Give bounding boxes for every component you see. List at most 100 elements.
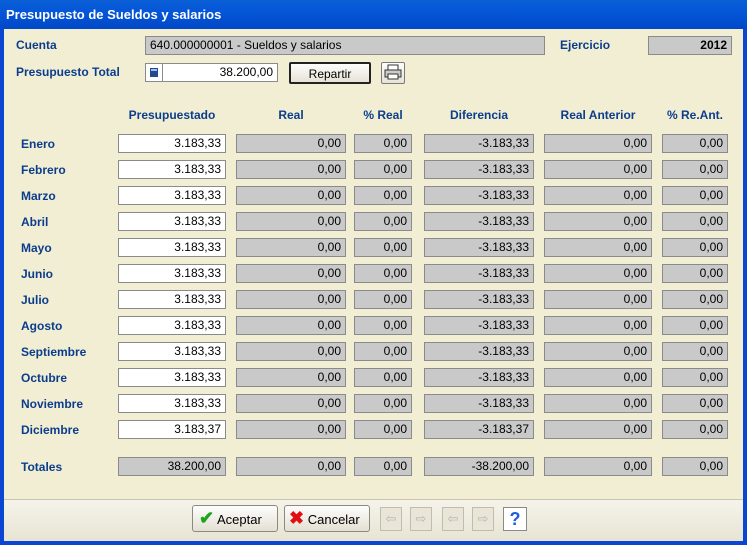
- pct-real-field: 0,00: [354, 290, 412, 309]
- month-label: Abril: [21, 215, 49, 229]
- real-anterior-field: 0,00: [544, 264, 652, 283]
- month-label: Julio: [21, 293, 50, 307]
- col-pct-re-ant: % Re.Ant.: [666, 108, 723, 122]
- month-label: Octubre: [21, 371, 68, 385]
- pct-real-field: 0,00: [354, 342, 412, 361]
- total-pct-real: 0,00: [354, 457, 412, 476]
- real-anterior-field: 0,00: [544, 342, 652, 361]
- month-label: Febrero: [21, 163, 66, 177]
- diferencia-field: -3.183,37: [424, 420, 534, 439]
- presupuestado-input[interactable]: 3.183,33: [118, 186, 226, 205]
- pct-real-field: 0,00: [354, 160, 412, 179]
- pct-re-ant-field: 0,00: [662, 134, 728, 153]
- month-label: Junio: [21, 267, 53, 281]
- presupuesto-total-input[interactable]: 38.200,00: [162, 63, 278, 82]
- month-label: Agosto: [21, 319, 63, 333]
- diferencia-field: -3.183,33: [424, 316, 534, 335]
- presupuesto-total-label: Presupuesto Total: [16, 65, 120, 79]
- check-icon: ✔: [199, 508, 215, 528]
- arrow-right-icon: ⇨: [415, 511, 427, 526]
- pct-re-ant-field: 0,00: [662, 368, 728, 387]
- diferencia-field: -3.183,33: [424, 264, 534, 283]
- diferencia-field: -3.183,33: [424, 394, 534, 413]
- close-icon: ✖: [289, 508, 305, 528]
- real-field: 0,00: [236, 134, 346, 153]
- presupuestado-input[interactable]: 3.183,33: [118, 212, 226, 231]
- first-record-button[interactable]: ⇦: [380, 507, 402, 531]
- real-anterior-field: 0,00: [544, 134, 652, 153]
- presupuestado-input[interactable]: 3.183,33: [118, 238, 226, 257]
- col-presupuestado: Presupuestado: [128, 108, 216, 122]
- col-pct-real: % Real: [363, 108, 403, 122]
- next-page-button[interactable]: ⇨: [410, 507, 432, 531]
- real-anterior-field: 0,00: [544, 160, 652, 179]
- pct-real-field: 0,00: [354, 264, 412, 283]
- total-real-anterior: 0,00: [544, 457, 652, 476]
- presupuestado-input[interactable]: 3.183,33: [118, 134, 226, 153]
- real-field: 0,00: [236, 264, 346, 283]
- presupuestado-input[interactable]: 3.183,33: [118, 290, 226, 309]
- real-anterior-field: 0,00: [544, 394, 652, 413]
- month-label: Mayo: [21, 241, 52, 255]
- previous-record-button[interactable]: ⇦: [442, 507, 464, 531]
- cuenta-label: Cuenta: [16, 38, 57, 52]
- presupuestado-input[interactable]: 3.183,33: [118, 368, 226, 387]
- pct-re-ant-field: 0,00: [662, 420, 728, 439]
- print-button[interactable]: [381, 62, 405, 84]
- pct-real-field: 0,00: [354, 134, 412, 153]
- presupuestado-input[interactable]: 3.183,33: [118, 160, 226, 179]
- window-client: Cuenta 640.000000001 - Sueldos y salario…: [4, 29, 743, 541]
- presupuestado-input[interactable]: 3.183,33: [118, 264, 226, 283]
- aceptar-label: Aceptar: [217, 512, 262, 527]
- col-real: Real: [278, 108, 304, 122]
- pct-real-field: 0,00: [354, 238, 412, 257]
- pct-re-ant-field: 0,00: [662, 316, 728, 335]
- aceptar-button[interactable]: ✔ Aceptar: [192, 505, 278, 532]
- month-label: Enero: [21, 137, 56, 151]
- help-button[interactable]: ?: [503, 507, 527, 531]
- arrow-left-icon: ⇦: [447, 511, 459, 526]
- month-label: Marzo: [21, 189, 56, 203]
- total-presupuestado: 38.200,00: [118, 457, 226, 476]
- real-anterior-field: 0,00: [544, 290, 652, 309]
- diferencia-field: -3.183,33: [424, 238, 534, 257]
- pct-re-ant-field: 0,00: [662, 394, 728, 413]
- totales-label: Totales: [21, 460, 63, 474]
- help-icon: ?: [509, 509, 521, 529]
- cuenta-field: 640.000000001 - Sueldos y salarios: [145, 36, 545, 55]
- window-title: Presupuesto de Sueldos y salarios: [0, 0, 747, 29]
- real-anterior-field: 0,00: [544, 212, 652, 231]
- presupuestado-input[interactable]: 3.183,33: [118, 394, 226, 413]
- diferencia-field: -3.183,33: [424, 186, 534, 205]
- pct-real-field: 0,00: [354, 186, 412, 205]
- presupuestado-input[interactable]: 3.183,33: [118, 316, 226, 335]
- pct-re-ant-field: 0,00: [662, 186, 728, 205]
- window-frame: Cuenta 640.000000001 - Sueldos y salario…: [0, 29, 747, 545]
- pct-re-ant-field: 0,00: [662, 342, 728, 361]
- repartir-label: Repartir: [308, 67, 352, 81]
- diferencia-field: -3.183,33: [424, 212, 534, 231]
- printer-icon: [384, 64, 402, 80]
- presupuestado-input[interactable]: 3.183,33: [118, 342, 226, 361]
- calculator-button[interactable]: [145, 63, 163, 82]
- repartir-button[interactable]: Repartir: [289, 62, 371, 84]
- pct-real-field: 0,00: [354, 368, 412, 387]
- real-field: 0,00: [236, 316, 346, 335]
- real-anterior-field: 0,00: [544, 316, 652, 335]
- real-field: 0,00: [236, 290, 346, 309]
- real-anterior-field: 0,00: [544, 238, 652, 257]
- arrow-right-icon: ⇨: [477, 511, 489, 526]
- diferencia-field: -3.183,33: [424, 290, 534, 309]
- total-real: 0,00: [236, 457, 346, 476]
- last-record-button[interactable]: ⇨: [472, 507, 494, 531]
- pct-real-field: 0,00: [354, 212, 412, 231]
- pct-real-field: 0,00: [354, 420, 412, 439]
- real-anterior-field: 0,00: [544, 420, 652, 439]
- real-field: 0,00: [236, 420, 346, 439]
- diferencia-field: -3.183,33: [424, 134, 534, 153]
- cancelar-button[interactable]: ✖ Cancelar: [284, 505, 370, 532]
- diferencia-field: -3.183,33: [424, 368, 534, 387]
- arrow-left-icon: ⇦: [385, 511, 397, 526]
- presupuestado-input[interactable]: 3.183,37: [118, 420, 226, 439]
- calculator-icon: [150, 68, 158, 77]
